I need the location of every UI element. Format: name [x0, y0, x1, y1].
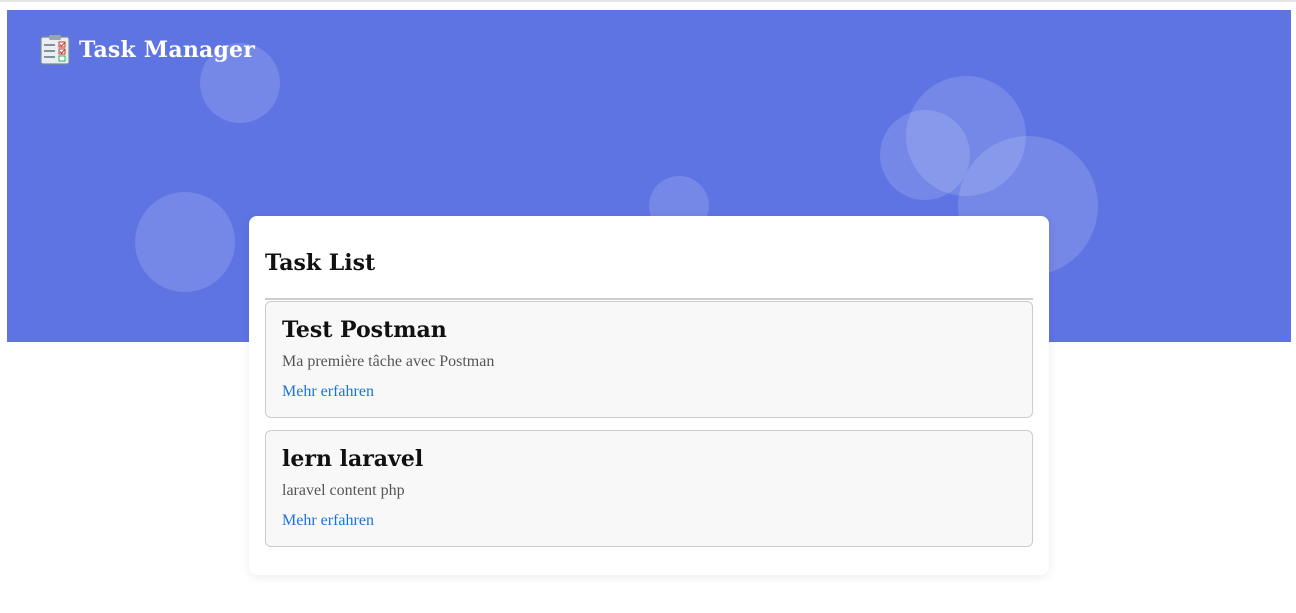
app-title: Task Manager	[79, 37, 256, 63]
task-title: Test Postman	[282, 317, 447, 343]
task-item: lern laravel laravel content php Mehr er…	[265, 430, 1033, 547]
task-description: laravel content php	[282, 482, 405, 499]
task-list-card: Task List Test Postman Ma première tâche…	[249, 216, 1049, 575]
decorative-bubble	[135, 192, 235, 292]
task-title: lern laravel	[282, 446, 424, 472]
task-description: Ma première tâche avec Postman	[282, 353, 495, 370]
top-border-line	[0, 0, 1296, 2]
task-list-title: Task List	[265, 250, 376, 276]
learn-more-link[interactable]: Mehr erfahren	[282, 512, 374, 530]
task-item: Test Postman Ma première tâche avec Post…	[265, 301, 1033, 418]
learn-more-link[interactable]: Mehr erfahren	[282, 383, 374, 401]
brand[interactable]: Task Manager	[39, 34, 255, 66]
clipboard-icon	[39, 34, 71, 66]
divider	[265, 298, 1033, 300]
